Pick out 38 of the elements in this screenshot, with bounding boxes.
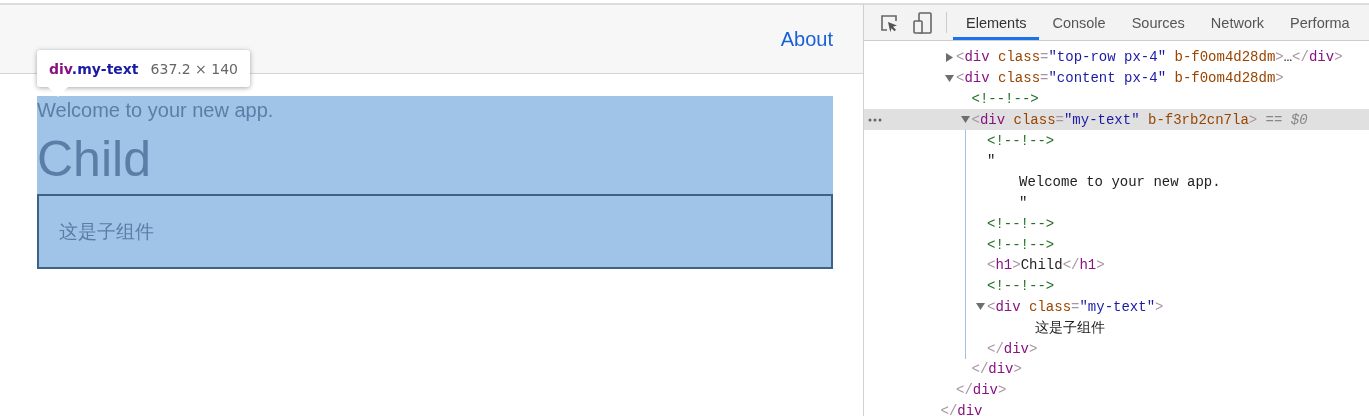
code-line: <h1>Child</h1> bbox=[987, 257, 1105, 274]
disclosure-triangle-icon[interactable] bbox=[976, 302, 985, 312]
code-line: <!--!--> bbox=[987, 278, 1055, 295]
dom-tree-row[interactable]: <div class="top-row px-4" b-f0om4d28dm>…</div> bbox=[864, 47, 1369, 68]
devtools-tab[interactable]: Sources bbox=[1118, 5, 1198, 40]
code-line: <!--!--> bbox=[971, 91, 1039, 107]
code-line: 这是子组件 bbox=[1034, 318, 1105, 337]
dom-tree-row[interactable]: <div class="my-text"> bbox=[864, 296, 1369, 318]
page-heading: Child bbox=[37, 130, 151, 189]
welcome-text: Welcome to your new app. bbox=[37, 98, 275, 123]
dom-tree-row[interactable]: <div class="content px-4" b-f0om4d28dm> bbox=[864, 67, 1369, 89]
code-line: </div> bbox=[987, 340, 1038, 357]
code-line: " bbox=[1019, 194, 1028, 211]
code-line: </div bbox=[940, 402, 983, 416]
code-line: <!--!--> bbox=[987, 236, 1055, 253]
disclosure-triangle-icon[interactable] bbox=[945, 73, 954, 83]
devtools-tab[interactable]: Performa bbox=[1277, 5, 1350, 40]
element-size: 637.2 × 140 bbox=[150, 60, 238, 77]
disclosure-triangle-icon[interactable] bbox=[960, 115, 970, 125]
devtools-tab[interactable]: Console bbox=[1039, 5, 1119, 40]
devtools-tab[interactable]: Elements bbox=[953, 5, 1040, 40]
code-line: <div class="my-text" b-f3rb2cn7la> == $0 bbox=[971, 111, 1308, 128]
code-line: </div> bbox=[971, 361, 1022, 378]
code-line: <!--!--> bbox=[987, 215, 1055, 232]
about-link[interactable]: About bbox=[780, 27, 833, 51]
disclosure-triangle-icon[interactable] bbox=[945, 52, 954, 62]
code-line: " bbox=[987, 153, 996, 170]
devtools-tab[interactable]: Network bbox=[1197, 5, 1278, 40]
code-line: <div class="content px-4" b-f0om4d28dm> bbox=[956, 70, 1284, 87]
code-line: <div class="top-row px-4" b-f0om4d28dm>…</div> bbox=[956, 49, 1343, 66]
code-line: </div> bbox=[956, 382, 1007, 399]
more-icon[interactable] bbox=[868, 117, 882, 122]
code-line: Welcome to your new app. bbox=[1019, 174, 1221, 191]
code-line: <div class="my-text"> bbox=[987, 298, 1164, 315]
element-selector: div.my-text bbox=[49, 60, 139, 77]
code-line: <!--!--> bbox=[987, 132, 1055, 149]
dom-tree-row[interactable]: <div class="my-text" b-f3rb2cn7la> == $0 bbox=[864, 109, 1369, 131]
child-text: 这是子组件 bbox=[59, 219, 154, 244]
